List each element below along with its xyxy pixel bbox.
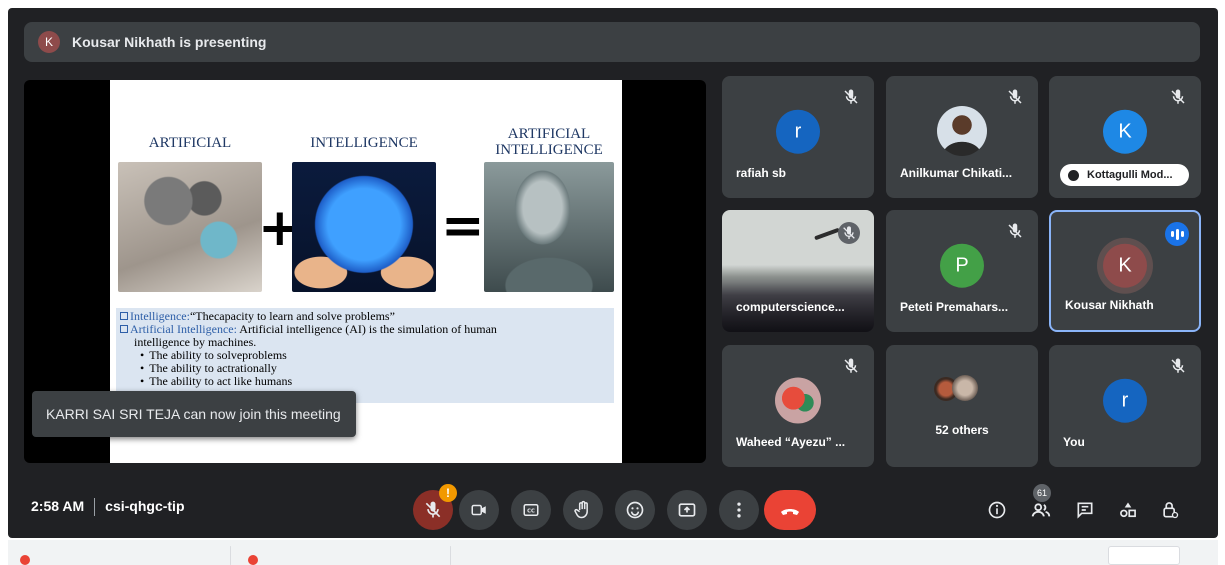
people-icon [1031,503,1051,517]
mic-off-icon [425,501,441,518]
intelligence-definition: “Thecapacity to learn and solve problems… [189,309,395,323]
speaking-indicator-icon [1165,222,1189,246]
presenting-dot-icon [1068,169,1079,181]
participant-tile-rafiah[interactable]: r rafiah sb [722,76,874,198]
present-button[interactable] [667,490,707,530]
mic-off-icon [1008,89,1022,104]
info-icon [988,501,1006,519]
gears-head-image [118,162,262,292]
page-below-strip [8,540,1218,565]
meeting-details-button[interactable] [981,494,1013,526]
join-notification-toast: KARRI SAI SRI TEJA can now join this mee… [32,391,356,437]
participant-name: Anilkumar Chikati... [900,166,1013,180]
slide-text-box: Intelligence:“Thecapacity to learn and s… [116,308,614,403]
more-options-button[interactable] [719,490,759,530]
hand-icon [574,500,588,519]
participant-avatar: P [940,243,984,288]
participant-tile-computerscience[interactable]: computerscience... [722,210,874,332]
mic-off-icon [844,358,858,373]
divider [94,498,96,517]
emoji-icon [626,501,644,519]
ability-list: The ability to solveproblems The ability… [120,349,610,388]
chat-button[interactable] [1069,494,1101,526]
participant-avatar: r [1103,378,1147,423]
mic-off-icon [838,222,860,244]
toast-text: KARRI SAI SRI TEJA can now join this mee… [46,406,341,422]
more-vert-icon [737,502,741,518]
lock-person-icon [1163,502,1179,519]
participant-photo-avatar [775,377,821,424]
ceiling-fan [814,227,840,241]
mic-off-icon [844,89,858,104]
participant-name: computerscience... [736,300,845,314]
captions-button[interactable]: CC [511,490,551,530]
camera-icon [471,504,486,516]
presenting-banner: K Kousar Nikhath is presenting [24,22,1200,62]
svg-text:CC: CC [527,509,535,515]
reactions-button[interactable] [615,490,655,530]
meeting-code: csi-qhgc-tip [105,498,185,514]
present-screen-icon [678,503,696,517]
meeting-info: 2:58 AM csi-qhgc-tip [31,498,185,517]
activities-button[interactable] [1112,494,1144,526]
participant-photo-avatar [937,106,987,156]
leave-call-button[interactable] [764,490,816,530]
presenter-avatar: K [38,31,60,53]
participant-name: Waheed “Ayezu” ... [736,435,846,449]
slide-heading-artificial: ARTIFICIAL [148,135,232,151]
chat-icon [1077,502,1093,519]
participant-tile-waheed[interactable]: Waheed “Ayezu” ... [722,345,874,467]
people-count-badge: 61 [1033,484,1051,502]
slide-heading-ai: ARTIFICIAL INTELLIGENCE [495,126,603,158]
ai-label: Artificial Intelligence: [130,322,237,336]
participant-tile-others[interactable]: 52 others [886,345,1038,467]
raise-hand-button[interactable] [563,490,603,530]
participant-name: Peteti Premahars... [900,300,1009,314]
participant-avatar: K [1103,243,1147,288]
slide-heading-intelligence: INTELLIGENCE [310,135,418,151]
end-call-icon [781,509,799,515]
intelligence-label: Intelligence: [130,309,190,323]
ability-item: The ability to act like humans [149,375,610,388]
brain-hands-image [292,162,436,292]
host-controls-button[interactable] [1154,494,1186,526]
participant-name: Kottagulli Mod... [1087,169,1173,181]
participant-tile-kottagulli[interactable]: K Kottagulli Mod... [1049,76,1201,198]
people-button[interactable]: 61 [1025,484,1057,526]
others-avatar-2 [952,375,978,401]
control-bar: 2:58 AM csi-qhgc-tip ! CC 61 [8,478,1218,538]
participant-avatar: K [1103,109,1147,154]
participant-tile-peteti[interactable]: P Peteti Premahars... [886,210,1038,332]
presenting-text: Kousar Nikhath is presenting [72,34,267,50]
equals-sign: = [441,196,485,256]
participant-name: You [1063,435,1085,449]
participant-name: rafiah sb [736,166,787,180]
participant-tile-anilkumar[interactable]: Anilkumar Chikati... [886,76,1038,198]
clock-time: 2:58 AM [31,498,85,514]
microphone-button[interactable]: ! [413,484,457,530]
mic-warning-badge: ! [439,484,457,502]
participant-tile-kousar[interactable]: K Kousar Nikhath [1049,210,1201,332]
robot-image [484,162,614,292]
mic-off-icon [1171,89,1185,104]
activities-icon [1120,502,1136,518]
others-count: 52 others [935,423,989,437]
camera-button[interactable] [459,490,499,530]
pinned-name-pill: Kottagulli Mod... [1060,164,1189,186]
participant-name: Kousar Nikhath [1065,298,1154,312]
participant-avatar: r [776,109,820,154]
captions-icon: CC [523,504,539,516]
mic-off-icon [1008,223,1022,238]
ai-definition: Artificial intelligence (AI) is the simu… [239,322,497,336]
participant-tile-you[interactable]: r You [1049,345,1201,467]
mic-off-icon [1171,358,1185,373]
